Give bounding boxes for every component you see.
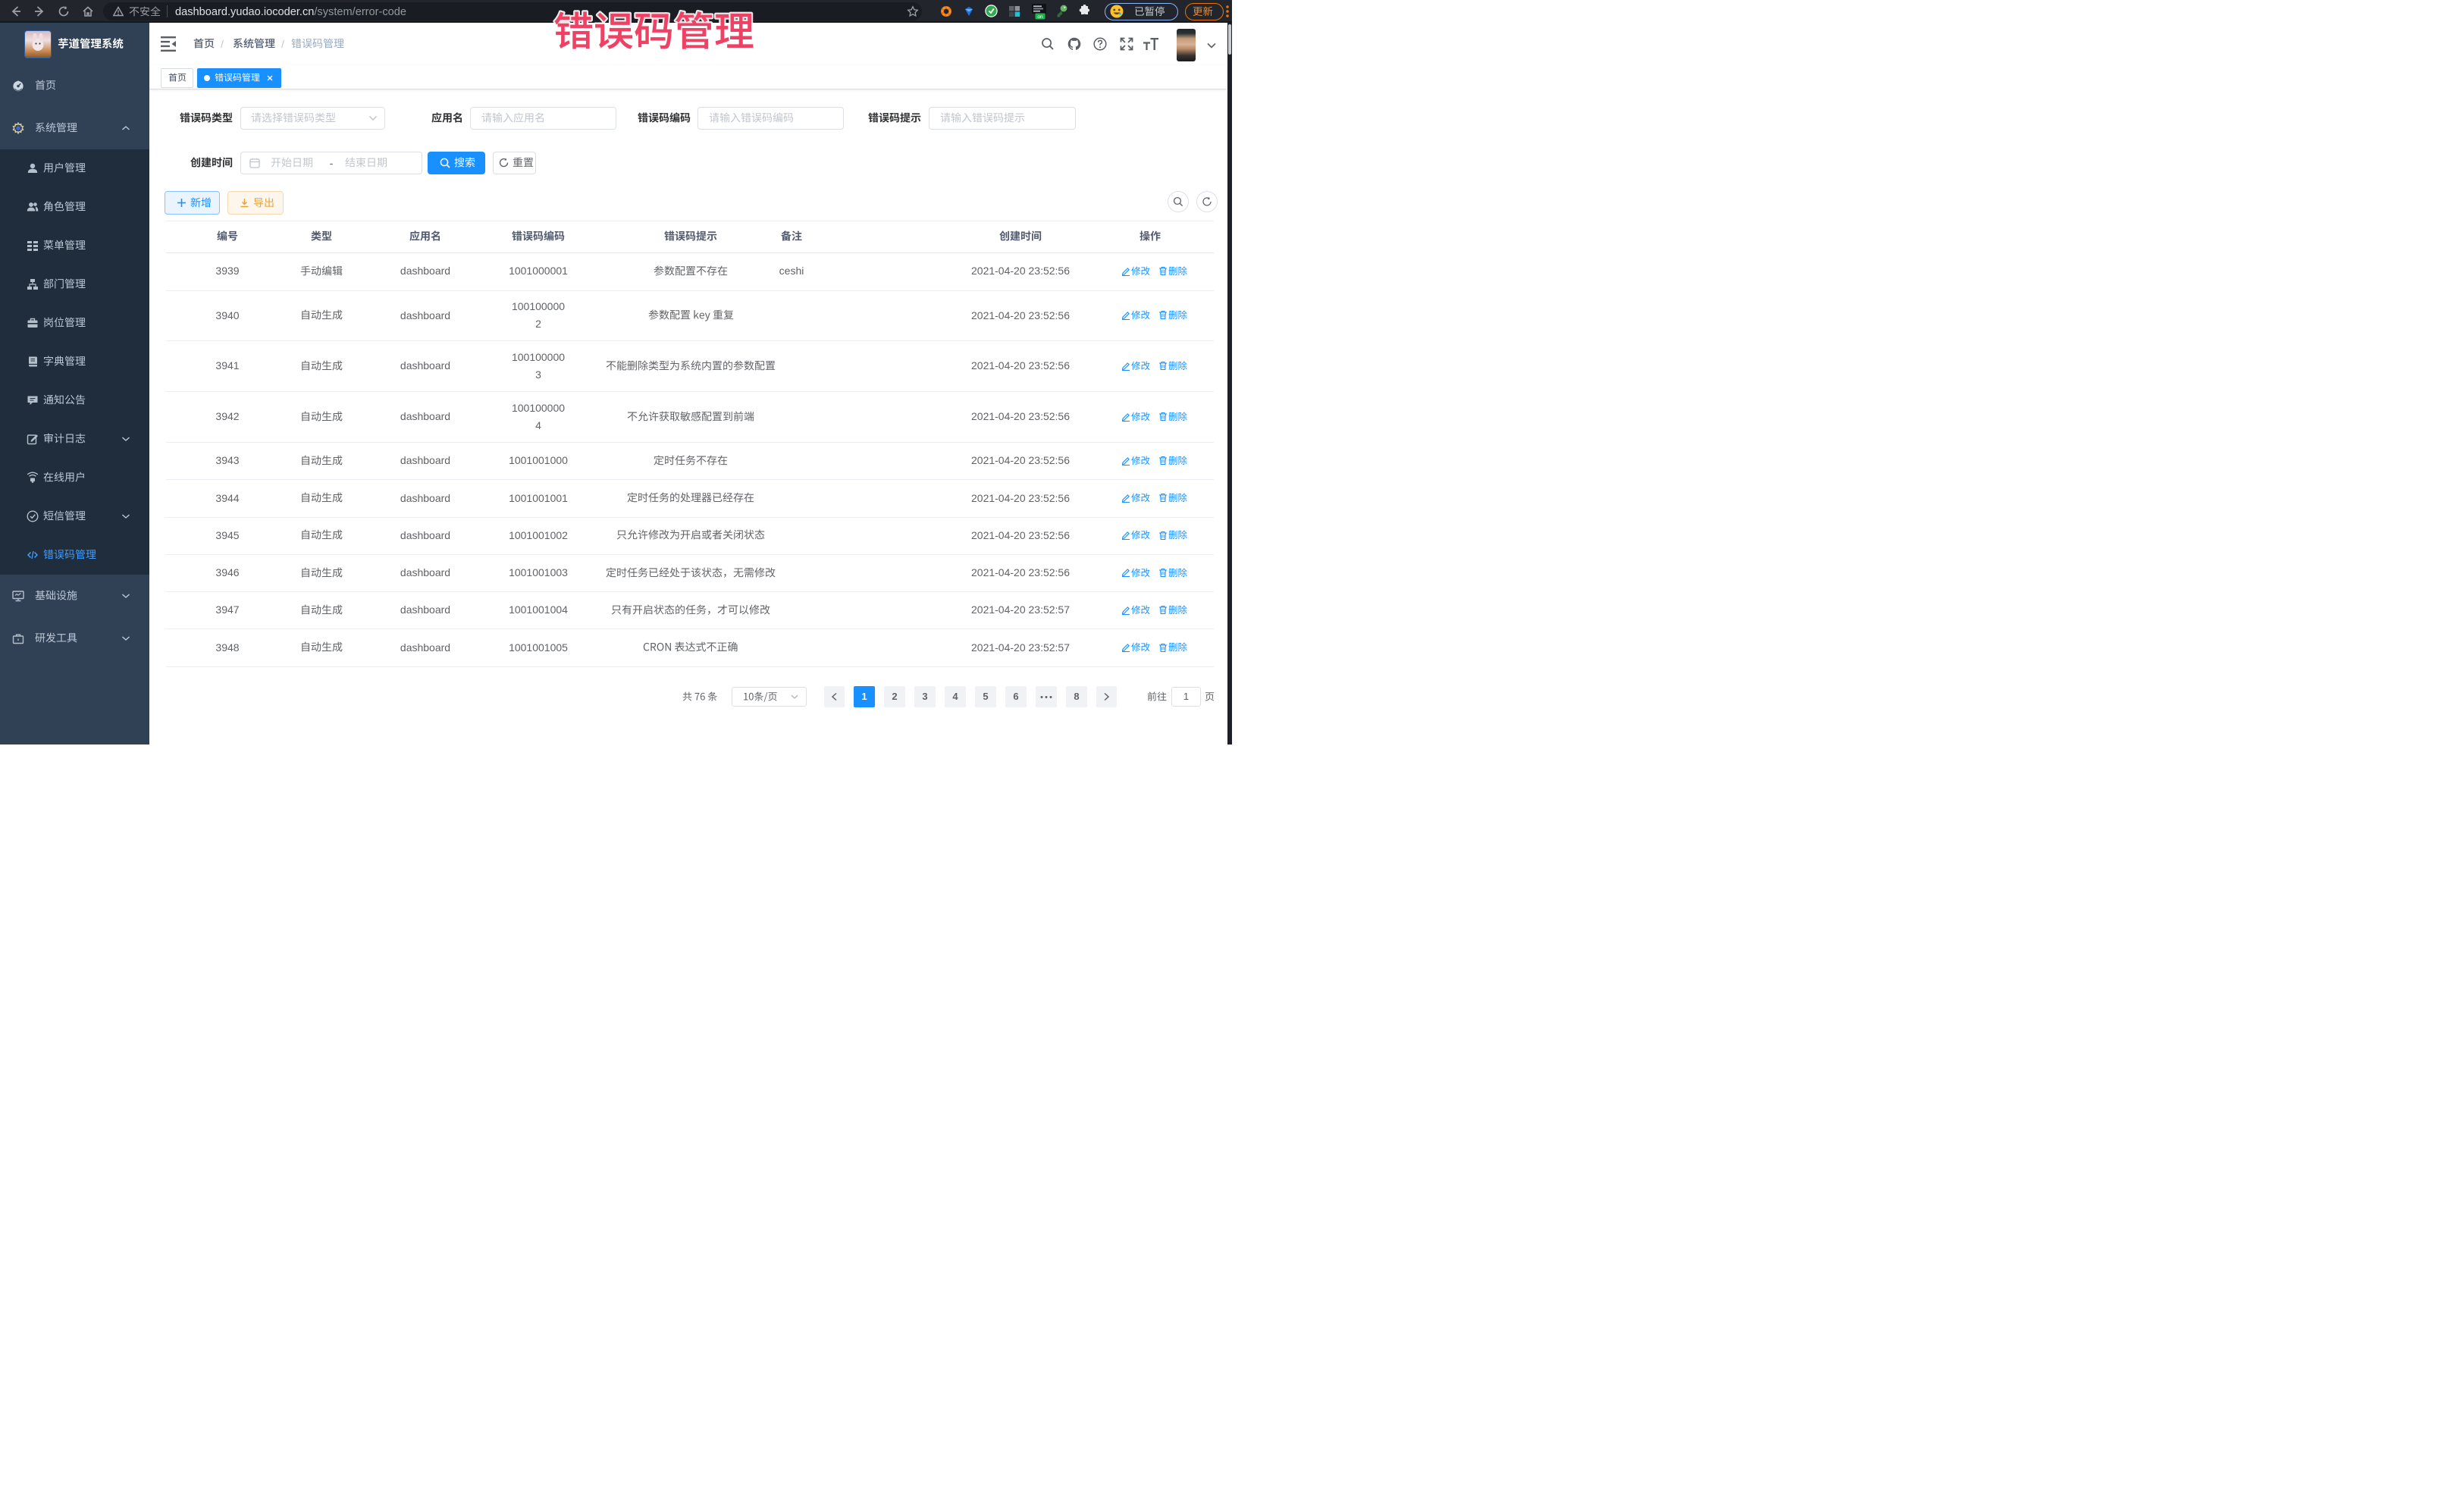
- svg-text:on: on: [1037, 14, 1043, 20]
